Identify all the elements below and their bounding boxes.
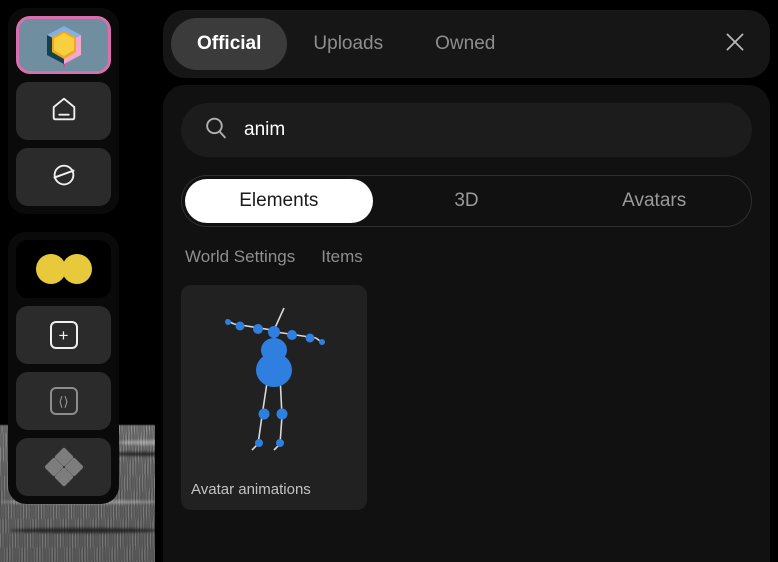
sidebar-item-avatar[interactable] [16,240,111,298]
close-button[interactable] [714,23,756,65]
segment-3d[interactable]: 3D [373,179,561,223]
sidebar-item-add[interactable]: + [16,306,111,364]
tab-owned[interactable]: Owned [409,18,521,70]
four-diamonds-icon [43,447,84,487]
sidebar-item-world[interactable] [16,148,111,206]
segment-elements[interactable]: Elements [185,179,373,223]
cube-logo-icon [42,23,86,70]
ground-streak [10,528,160,533]
result-card-label: Avatar animations [191,481,311,498]
tab-official[interactable]: Official [171,18,288,70]
category-segmented-control: Elements 3D Avatars [181,175,752,227]
sidebar-item-code[interactable]: ⟨⟩ [16,372,111,430]
plus-square-icon: + [49,321,78,349]
sidebar-item-logo[interactable] [16,16,111,74]
library-panel: Official Uploads Owned anim Elements 3D … [155,0,778,562]
library-content: anim Elements 3D Avatars World Settings … [163,85,770,562]
planet-icon [49,160,79,195]
two-circles-icon [35,254,92,284]
avatar-skeleton-rig-thumbnail [181,285,367,473]
subcategory-world-settings[interactable]: World Settings [185,247,295,267]
sidebar-group-bottom: + ⟨⟩ [8,232,119,504]
search-icon [203,115,228,145]
tab-uploads[interactable]: Uploads [287,18,409,70]
app-root: + ⟨⟩ Official Uploads Owned anim Element… [0,0,778,562]
home-icon [49,94,79,129]
results-grid: Avatar animations [181,285,752,510]
subcategory-list: World Settings Items [181,247,752,267]
sidebar-item-assets[interactable] [16,438,111,496]
sidebar-item-home[interactable] [16,82,111,140]
library-tabbar: Official Uploads Owned [163,10,770,78]
result-card[interactable]: Avatar animations [181,285,367,510]
search-value: anim [244,119,286,140]
segment-avatars[interactable]: Avatars [560,179,748,223]
subcategory-items[interactable]: Items [321,247,363,267]
code-brackets-icon: ⟨⟩ [49,387,78,415]
search-input[interactable]: anim [181,103,752,157]
skeleton-rig-icon [225,307,325,451]
sidebar-group-top [8,8,119,214]
close-icon [722,29,748,60]
